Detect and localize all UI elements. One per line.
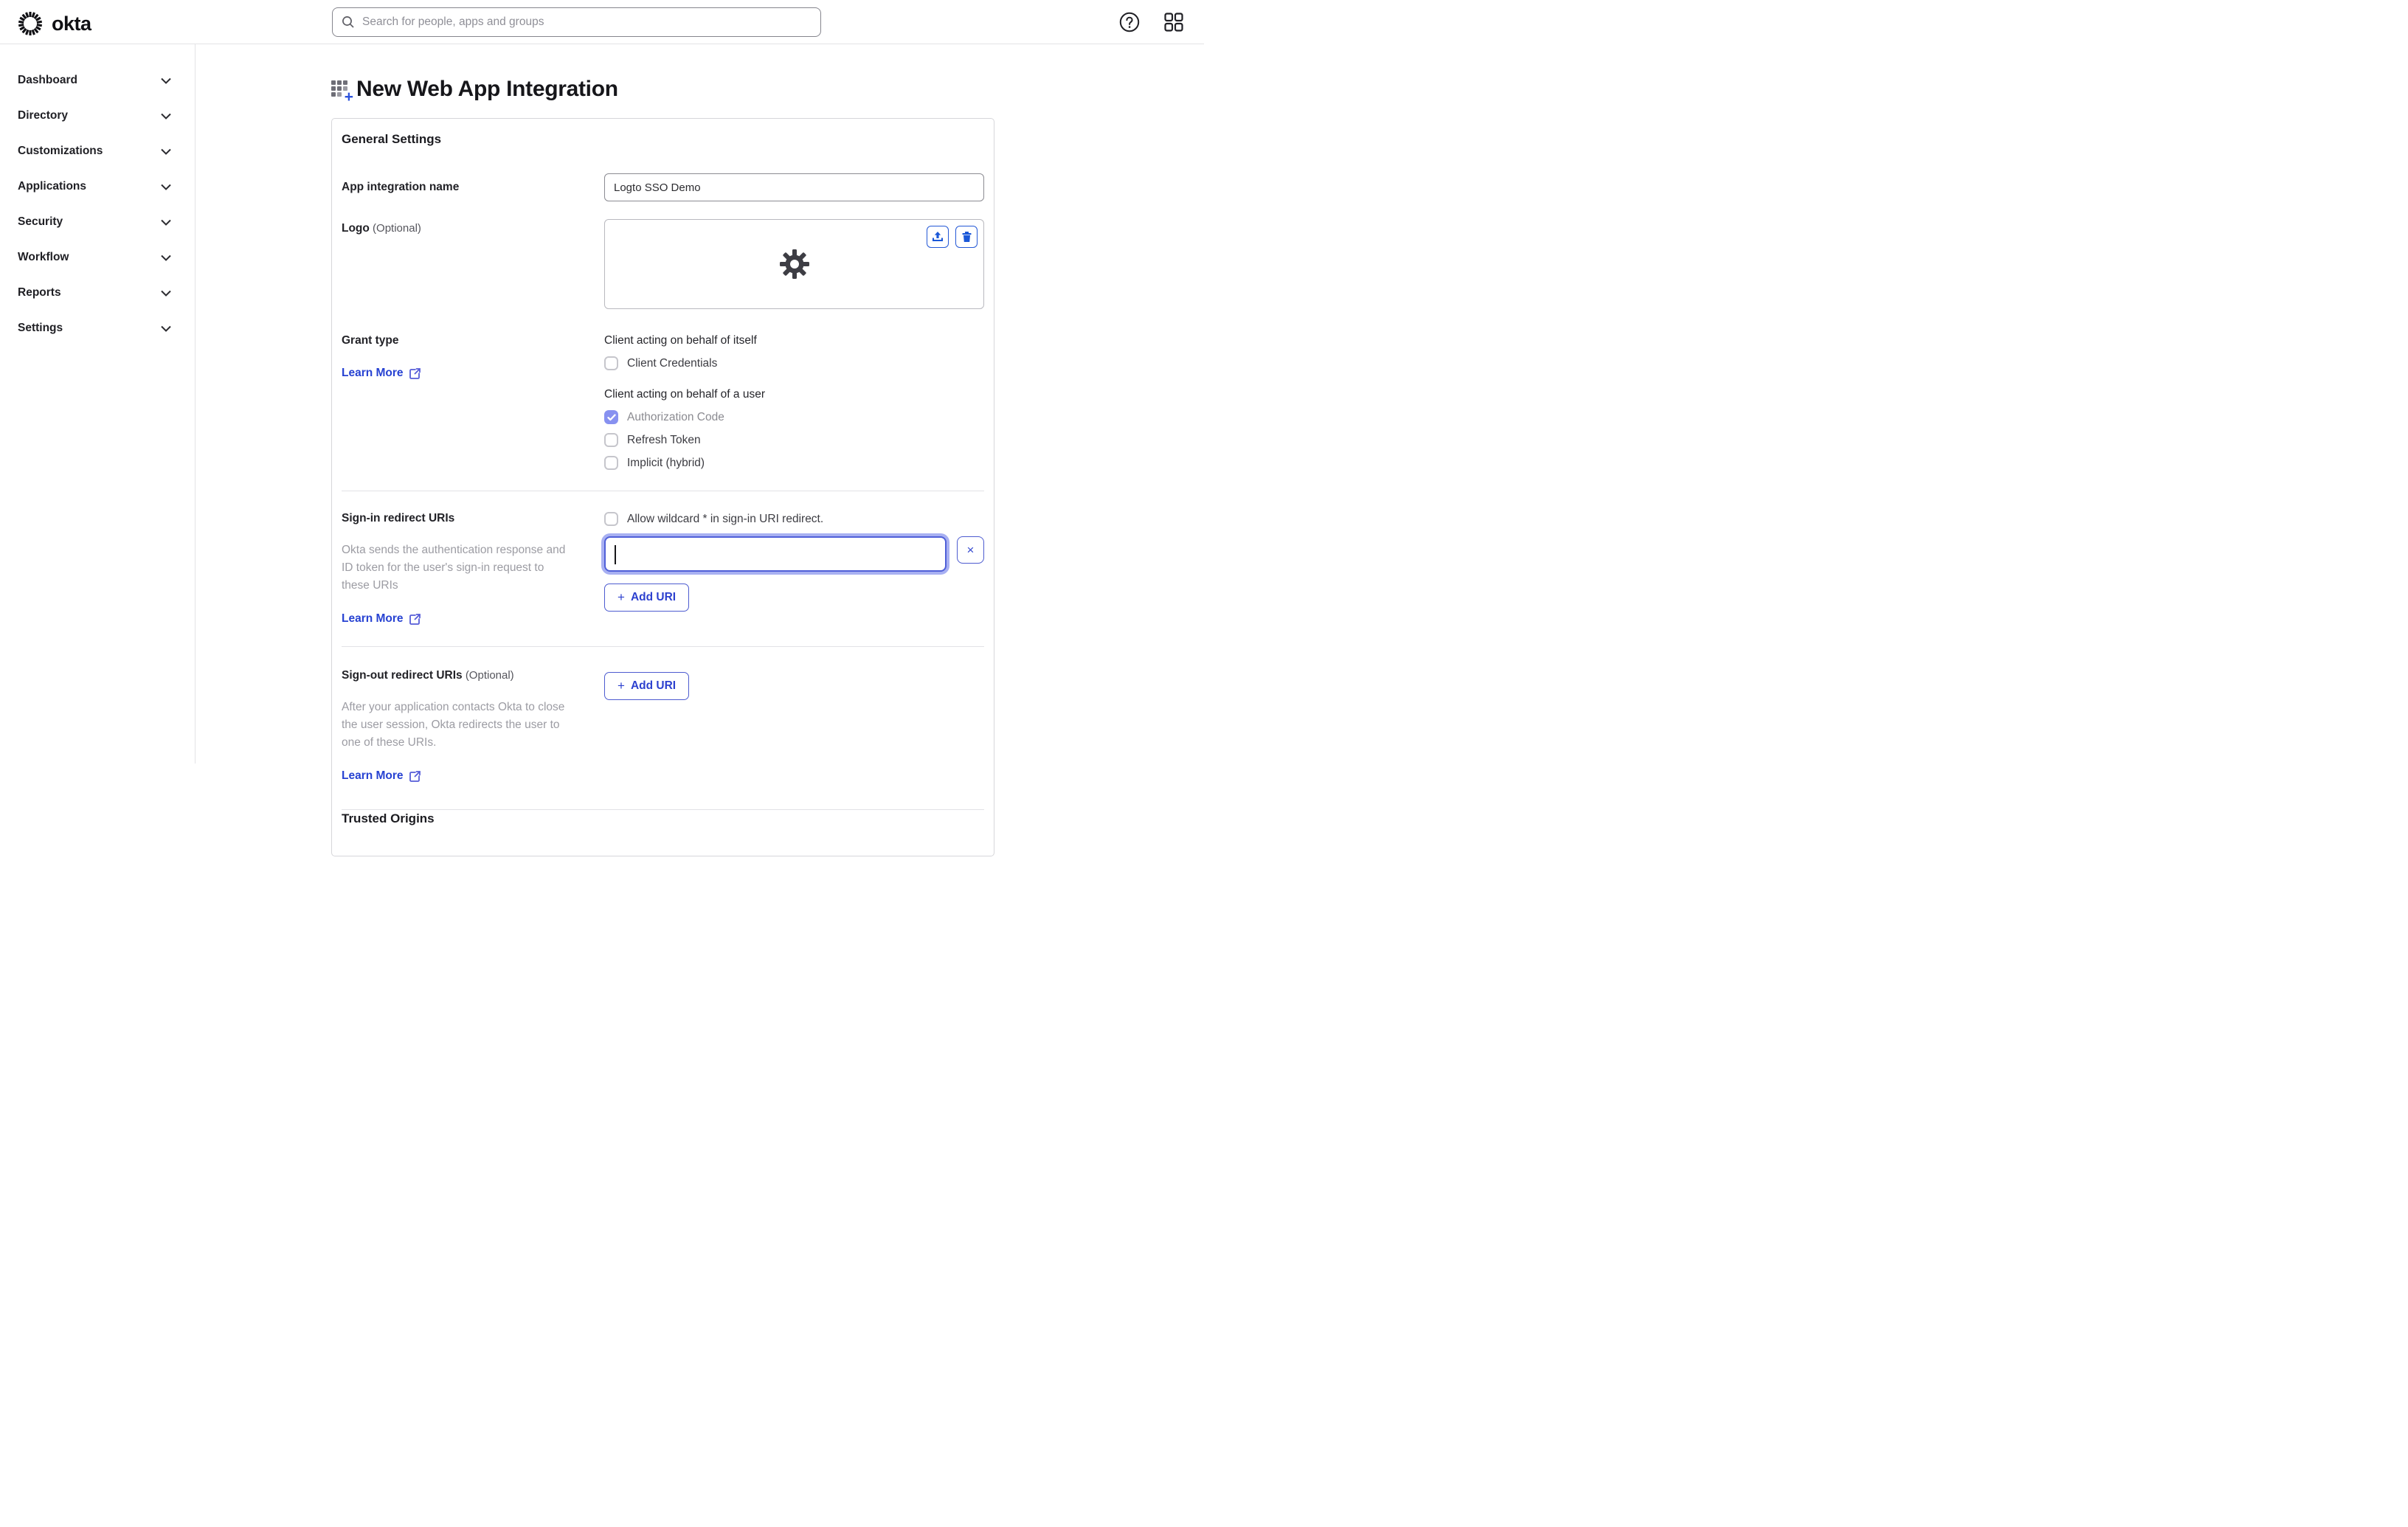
external-link-icon: [409, 367, 421, 379]
help-button[interactable]: [1115, 8, 1144, 36]
authorization-code-checkbox[interactable]: [604, 410, 618, 424]
sidebar-item-label: Customizations: [18, 145, 103, 157]
app-integration-name-input[interactable]: [604, 173, 984, 201]
implicit-hybrid-label: Implicit (hybrid): [627, 456, 705, 469]
plus-icon: +: [617, 590, 625, 604]
sidebar-item-directory[interactable]: Directory: [0, 98, 195, 134]
okta-logo[interactable]: okta: [16, 10, 91, 38]
text-caret: [615, 545, 616, 564]
implicit-hybrid-checkbox[interactable]: [604, 456, 618, 470]
sidebar-nav: Dashboard Directory Customizations Appli…: [0, 44, 196, 764]
sign-out-optional-label: (Optional): [465, 669, 514, 682]
upload-logo-button[interactable]: [927, 226, 949, 248]
sidebar-item-workflow[interactable]: Workflow: [0, 240, 195, 275]
sign-out-help-text: After your application contacts Okta to …: [342, 701, 565, 749]
client-credentials-label: Client Credentials: [627, 356, 718, 370]
sidebar-item-security[interactable]: Security: [0, 204, 195, 240]
add-uri-label: Add URI: [630, 679, 677, 693]
grant-type-label: Grant type: [342, 334, 399, 347]
sidebar-item-label: Workflow: [18, 251, 69, 263]
add-uri-label: Add URI: [630, 591, 677, 603]
search-input[interactable]: [362, 15, 812, 29]
logo-label: Logo: [342, 222, 370, 235]
trash-icon: [961, 231, 972, 243]
learn-more-text: Learn More: [342, 612, 404, 626]
sidebar-item-settings[interactable]: Settings: [0, 311, 195, 346]
upload-icon: [932, 231, 944, 243]
sidebar-item-label: Reports: [18, 286, 61, 299]
chevron-down-icon: [161, 148, 171, 155]
sign-in-uri-input[interactable]: [604, 536, 947, 572]
sidebar-item-dashboard[interactable]: Dashboard: [0, 63, 195, 98]
delete-logo-button[interactable]: [955, 226, 978, 248]
remove-uri-button[interactable]: ×: [957, 536, 984, 564]
app-name-label: App integration name: [342, 181, 460, 193]
main-content: + New Web App Integration General Settin…: [196, 44, 1204, 857]
wildcard-redirect-checkbox[interactable]: [604, 512, 618, 526]
grant-group2-heading: Client acting on behalf of a user: [604, 388, 765, 401]
sign-in-help-text: Okta sends the authentication response a…: [342, 544, 566, 592]
authorization-code-label: Authorization Code: [627, 410, 724, 423]
apps-grid-button[interactable]: [1160, 8, 1188, 36]
sidebar-item-label: Settings: [18, 322, 63, 334]
external-link-icon: [409, 613, 421, 625]
search-icon: [342, 15, 355, 29]
external-link-icon: [409, 770, 421, 782]
plus-glyph: +: [344, 89, 353, 105]
refresh-token-checkbox[interactable]: [604, 433, 618, 447]
refresh-token-label: Refresh Token: [627, 433, 701, 446]
sign-in-add-uri-button[interactable]: + Add URI: [604, 584, 690, 612]
wildcard-redirect-label: Allow wildcard * in sign-in URI redirect…: [627, 512, 824, 525]
logo-preview-box: [604, 219, 984, 309]
sidebar-item-applications[interactable]: Applications: [0, 169, 195, 204]
help-icon: [1118, 11, 1141, 33]
sign-in-uris-label: Sign-in redirect URIs: [342, 512, 455, 524]
sidebar-item-label: Security: [18, 215, 63, 228]
sidebar-item-customizations[interactable]: Customizations: [0, 134, 195, 169]
chevron-down-icon: [161, 113, 171, 120]
learn-more-text: Learn More: [342, 367, 404, 379]
okta-spinner-icon: [16, 10, 44, 38]
chevron-down-icon: [161, 254, 171, 261]
chevron-down-icon: [161, 219, 171, 226]
trusted-origins-heading: Trusted Origins: [342, 811, 435, 826]
okta-wordmark: okta: [52, 12, 91, 35]
chevron-down-icon: [161, 325, 171, 332]
client-credentials-checkbox[interactable]: [604, 356, 618, 370]
sidebar-item-label: Directory: [18, 109, 69, 122]
plus-icon: +: [617, 679, 625, 693]
section-divider: [342, 809, 984, 811]
chevron-down-icon: [161, 290, 171, 297]
page-title: New Web App Integration: [356, 77, 618, 101]
grant-group1-heading: Client acting on behalf of itself: [604, 334, 757, 347]
apps-grid-icon: [1163, 12, 1184, 32]
sidebar-item-label: Dashboard: [18, 74, 77, 86]
logo-optional-label: (Optional): [373, 222, 421, 235]
top-header: okta: [0, 0, 1204, 44]
section-divider: [342, 646, 984, 648]
sidebar-item-reports[interactable]: Reports: [0, 275, 195, 311]
sign-in-learn-more-link[interactable]: Learn More: [342, 612, 421, 626]
gear-icon: [778, 248, 811, 280]
close-icon: ×: [966, 542, 975, 557]
grant-learn-more-link[interactable]: Learn More: [342, 367, 421, 380]
sidebar-item-label: Applications: [18, 180, 87, 193]
learn-more-text: Learn More: [342, 769, 404, 783]
chevron-down-icon: [161, 184, 171, 190]
general-settings-heading: General Settings: [342, 132, 442, 146]
general-settings-card: General Settings App integration name Lo…: [331, 118, 994, 857]
sign-out-uris-label: Sign-out redirect URIs: [342, 669, 463, 682]
chevron-down-icon: [161, 77, 171, 84]
sign-out-add-uri-button[interactable]: + Add URI: [604, 672, 690, 701]
global-search[interactable]: [332, 7, 821, 37]
app-integration-icon: +: [331, 80, 353, 105]
sign-out-learn-more-link[interactable]: Learn More: [342, 769, 421, 783]
